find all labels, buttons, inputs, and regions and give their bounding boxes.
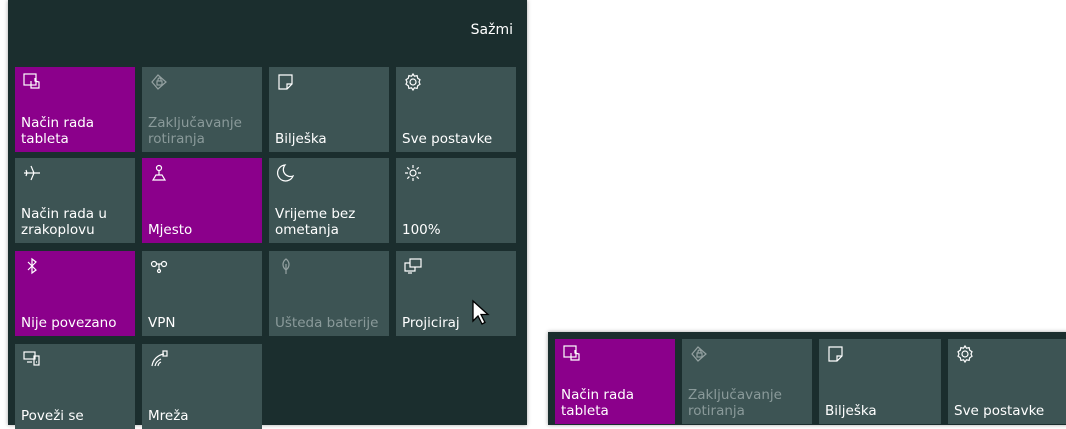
tile-label: Poveži se	[21, 408, 84, 424]
airplane-icon	[22, 163, 42, 183]
tablet-mode-icon	[562, 344, 582, 364]
tile-label: Bilješka	[825, 403, 877, 419]
tile-battery-saver[interactable]: Ušteda baterije	[269, 251, 389, 336]
tile-all-settings[interactable]: Sve postavke	[948, 339, 1066, 424]
tile-note[interactable]: Bilješka	[269, 67, 389, 152]
tile-vpn[interactable]: VPN	[142, 251, 262, 336]
tile-bluetooth[interactable]: Nije povezano	[15, 251, 135, 336]
tile-brightness[interactable]: 100%	[396, 158, 516, 243]
tile-label: Bilješka	[275, 131, 327, 147]
project-icon	[403, 256, 423, 276]
tile-label: Ušteda baterije	[275, 315, 379, 331]
tile-label: Način rada tableta	[21, 115, 95, 147]
tile-label: Način rada tableta	[561, 387, 635, 419]
tablet-mode-icon	[22, 72, 42, 92]
tile-label: Nije povezano	[21, 315, 117, 331]
network-icon	[149, 349, 169, 369]
tile-project[interactable]: Projiciraj	[396, 251, 516, 336]
location-icon	[149, 163, 169, 183]
moon-icon	[276, 163, 296, 183]
tile-label: 100%	[402, 222, 441, 238]
tile-tablet-mode[interactable]: Način rada tableta	[555, 339, 675, 424]
tile-label: Mjesto	[148, 222, 193, 238]
vpn-icon	[149, 256, 169, 276]
tile-quiet-hours[interactable]: Vrijeme bez ometanja	[269, 158, 389, 243]
tile-label: Zaključavanje rotiranja	[688, 387, 782, 419]
action-center-collapsed-panel: Način rada tableta Zaključavanje rotiran…	[548, 332, 1066, 425]
mouse-cursor-icon	[472, 299, 490, 325]
tile-all-settings[interactable]: Sve postavke	[396, 67, 516, 152]
gear-icon	[403, 72, 423, 92]
tile-label: Mreža	[148, 408, 189, 424]
tile-airplane-mode[interactable]: Način rada u zrakoplovu	[15, 158, 135, 243]
tile-rotation-lock[interactable]: Zaključavanje rotiranja	[682, 339, 812, 424]
brightness-icon	[403, 163, 423, 183]
rotation-lock-icon	[149, 72, 169, 92]
rotation-lock-icon	[689, 344, 709, 364]
gear-icon	[955, 344, 975, 364]
tile-label: Vrijeme bez ometanja	[275, 206, 356, 238]
collapse-link[interactable]: Sažmi	[471, 22, 513, 38]
bluetooth-icon	[22, 256, 42, 276]
tile-label: Sve postavke	[954, 403, 1045, 419]
tile-label: Projiciraj	[402, 315, 460, 331]
note-icon	[276, 72, 296, 92]
tile-label: Sve postavke	[402, 131, 493, 147]
tile-tablet-mode[interactable]: Način rada tableta	[15, 67, 135, 152]
connect-icon	[22, 349, 42, 369]
tile-label: Način rada u zrakoplovu	[21, 206, 107, 238]
tile-note[interactable]: Bilješka	[819, 339, 941, 424]
tile-rotation-lock[interactable]: Zaključavanje rotiranja	[142, 67, 262, 152]
battery-saver-icon	[276, 256, 296, 276]
tile-label: Zaključavanje rotiranja	[148, 115, 242, 147]
tile-label: VPN	[148, 315, 176, 331]
action-center-panel: Sažmi Način rada tableta Zaključavanje r…	[8, 0, 527, 429]
tile-network[interactable]: Mreža	[142, 344, 262, 429]
tile-location[interactable]: Mjesto	[142, 158, 262, 243]
tile-connect[interactable]: Poveži se	[15, 344, 135, 429]
note-icon	[826, 344, 846, 364]
